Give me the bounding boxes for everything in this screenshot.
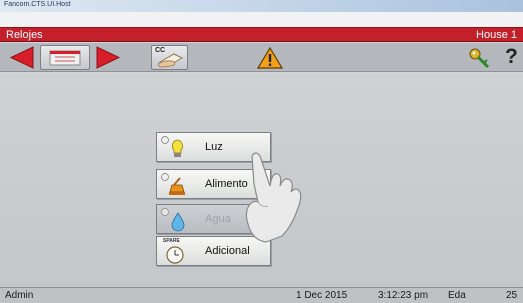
arrow-right-icon	[96, 46, 121, 69]
window-titlebar: Fancom.CTS.UI.Host	[0, 0, 523, 12]
status-value: 25	[506, 290, 518, 301]
status-time: 3:12:23 pm	[378, 290, 429, 301]
house-label[interactable]: House 1	[476, 29, 517, 41]
next-button[interactable]	[93, 45, 123, 70]
status-label: Eda	[448, 290, 466, 301]
feed-icon	[161, 173, 185, 195]
previous-button[interactable]	[7, 45, 37, 70]
menu-label-adicional: Adicional	[205, 245, 250, 257]
menu-button-adicional[interactable]: SPARE Adicional	[156, 236, 271, 266]
menu-button-alimento[interactable]: Alimento	[156, 169, 271, 199]
header-strip	[0, 12, 523, 27]
menu-button-agua[interactable]: Agua	[156, 204, 271, 234]
water-drop-icon	[161, 208, 185, 232]
status-date: 1 Dec 2015	[296, 290, 348, 301]
warning-icon	[256, 46, 284, 69]
cc-label: CC	[155, 47, 166, 54]
page-title: Relojes	[6, 29, 43, 41]
menu-label-agua: Agua	[205, 213, 231, 225]
app-window: Fancom.CTS.UI.Host Relojes House 1 CC ? …	[0, 0, 523, 303]
cc-button[interactable]: CC	[151, 45, 188, 70]
calendar-icon	[49, 50, 81, 66]
window-title: Fancom.CTS.UI.Host	[4, 1, 71, 8]
help-icon: ?	[505, 45, 518, 68]
calendar-button[interactable]	[40, 45, 90, 70]
status-bar: Admin 1 Dec 2015 3:12:23 pm Eda 25	[0, 287, 523, 303]
menu-button-luz[interactable]: Luz	[156, 132, 271, 162]
header-bar: Relojes House 1	[0, 27, 523, 42]
menu-label-alimento: Alimento	[205, 178, 248, 190]
main-content: Luz Alimento Agua SPARE Adicional	[0, 73, 523, 287]
toolbar: CC ?	[0, 43, 523, 72]
clock-icon	[166, 246, 184, 264]
arrow-left-icon	[9, 46, 34, 69]
bulb-icon	[161, 136, 183, 157]
menu-label-luz: Luz	[205, 141, 223, 153]
status-user: Admin	[5, 290, 34, 301]
alarm-button[interactable]	[256, 45, 284, 70]
login-button[interactable]	[466, 45, 494, 70]
help-button[interactable]: ?	[497, 45, 523, 70]
key-icon	[469, 48, 490, 69]
